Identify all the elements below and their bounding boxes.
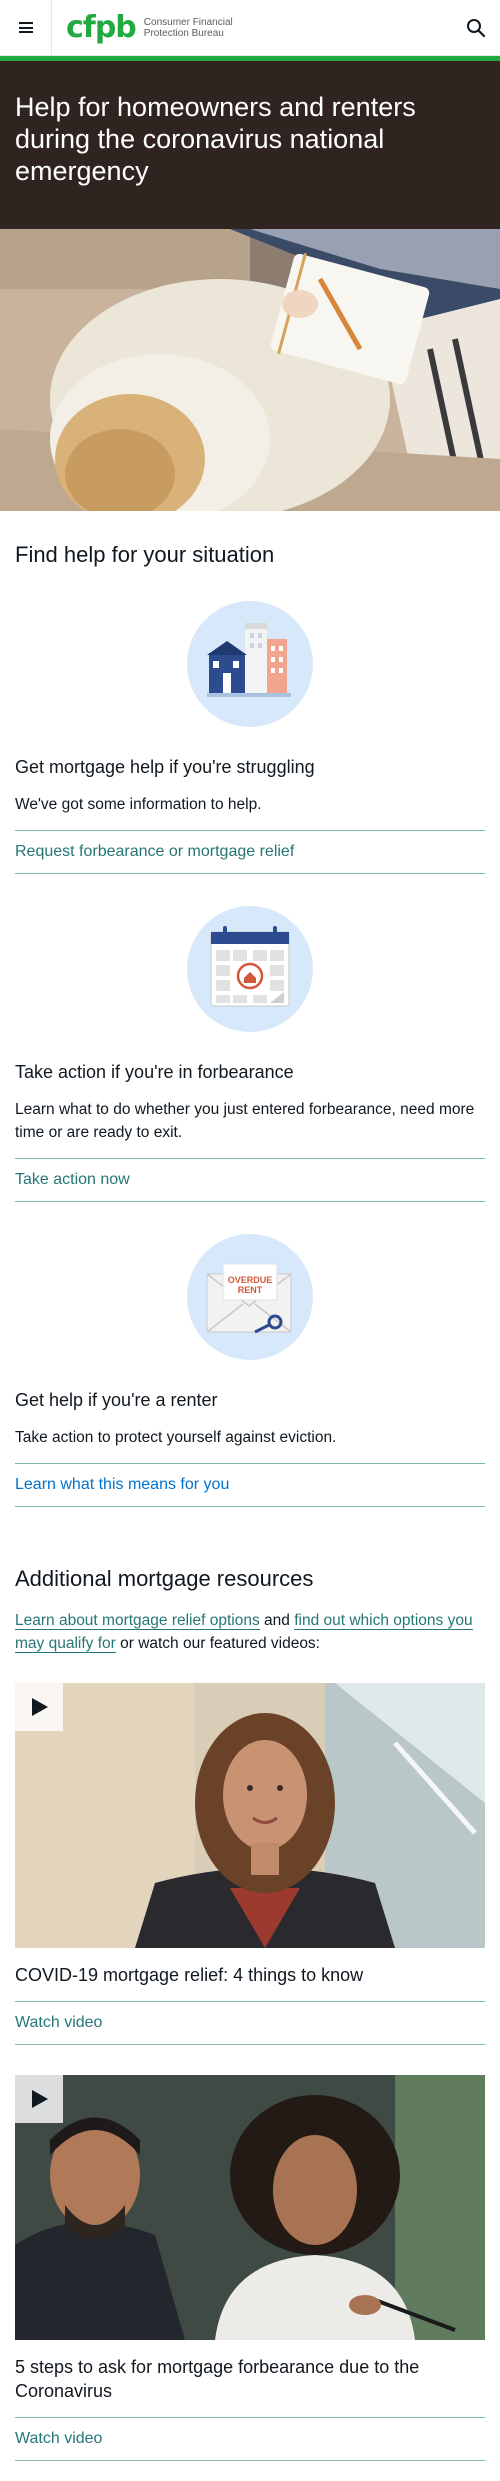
play-icon <box>32 1698 48 1716</box>
hero-banner: Help for homeowners and renters during t… <box>0 61 500 229</box>
overdue-rent-label: OVERDUE RENT <box>187 1275 313 1295</box>
video-title: 5 steps to ask for mortgage forbearance … <box>15 2357 420 2401</box>
resources-heading: Additional mortgage resources <box>15 1566 314 1591</box>
card-title: Get mortgage help if you're struggling <box>15 757 315 777</box>
video-card: COVID-19 mortgage relief: 4 things to kn… <box>15 1683 485 2045</box>
site-header: cfpb Consumer Financial Protection Burea… <box>0 0 500 56</box>
card-body: Take action to protect yourself against … <box>15 1429 337 1446</box>
take-action-now-link[interactable]: Take action now <box>15 1158 485 1202</box>
video-title: COVID-19 mortgage relief: 4 things to kn… <box>15 1965 364 1985</box>
situation-section: Find help for your situation Get mortgag… <box>0 511 500 1507</box>
mortgage-relief-options-link[interactable]: Learn about mortgage relief options <box>15 1612 260 1630</box>
logo-mark: cfpb <box>66 9 137 45</box>
buildings-icon <box>187 601 313 727</box>
rent-text: RENT <box>237 1285 263 1295</box>
renter-info-link[interactable]: Learn what this means for you <box>15 1463 485 1507</box>
search-icon[interactable] <box>464 16 488 40</box>
menu-button[interactable] <box>0 0 52 55</box>
request-forbearance-link[interactable]: Request forbearance or mortgage relief <box>15 830 485 874</box>
situation-heading: Find help for your situation <box>15 542 275 567</box>
play-button[interactable] <box>15 1683 63 1731</box>
overdue-text: OVERDUE <box>227 1275 273 1285</box>
intro-and-text: and <box>259 1612 295 1629</box>
video-thumbnail[interactable] <box>15 2075 485 2340</box>
hero-image <box>0 229 500 511</box>
woman-speaking-thumbnail <box>15 1683 485 1948</box>
situation-card: Get mortgage help if you're struggling W… <box>15 601 485 874</box>
intro-rest-text: or watch our featured videos: <box>115 1635 320 1652</box>
logo-text: Consumer Financial Protection Bureau <box>144 17 244 39</box>
page-title: Help for homeowners and renters during t… <box>15 92 416 186</box>
situation-card: OVERDUE RENT Get help if you're a renter… <box>15 1234 485 1507</box>
play-icon <box>32 2090 48 2108</box>
video-card: 5 steps to ask for mortgage forbearance … <box>15 2075 485 2461</box>
play-button[interactable] <box>15 2075 63 2123</box>
cfpb-logo[interactable]: cfpb Consumer Financial Protection Burea… <box>66 9 244 45</box>
card-body: We've got some information to help. <box>15 796 262 813</box>
watch-video-link[interactable]: Watch video <box>15 2001 485 2045</box>
resources-section: Additional mortgage resources Learn abou… <box>0 1507 500 2461</box>
watch-video-link[interactable]: Watch video <box>15 2417 485 2461</box>
situation-card: Take action if you're in forbearance Lea… <box>15 906 485 1202</box>
logo-line-1: Consumer Financial <box>143 16 233 28</box>
video-thumbnail[interactable] <box>15 1683 485 1948</box>
person-writing-illustration <box>0 229 500 511</box>
hamburger-menu-icon <box>18 22 33 33</box>
resources-intro: Learn about mortgage relief options and … <box>15 1609 485 1655</box>
card-title: Get help if you're a renter <box>15 1390 218 1410</box>
logo-line-2: Protection Bureau <box>143 27 224 39</box>
overdue-rent-envelope-icon: OVERDUE RENT <box>187 1234 313 1360</box>
calendar-icon <box>187 906 313 1032</box>
card-title: Take action if you're in forbearance <box>15 1062 294 1082</box>
card-body: Learn what to do whether you just entere… <box>15 1101 475 1141</box>
page-bottom-spacer <box>0 2461 500 2481</box>
two-people-talking-thumbnail <box>15 2075 485 2340</box>
